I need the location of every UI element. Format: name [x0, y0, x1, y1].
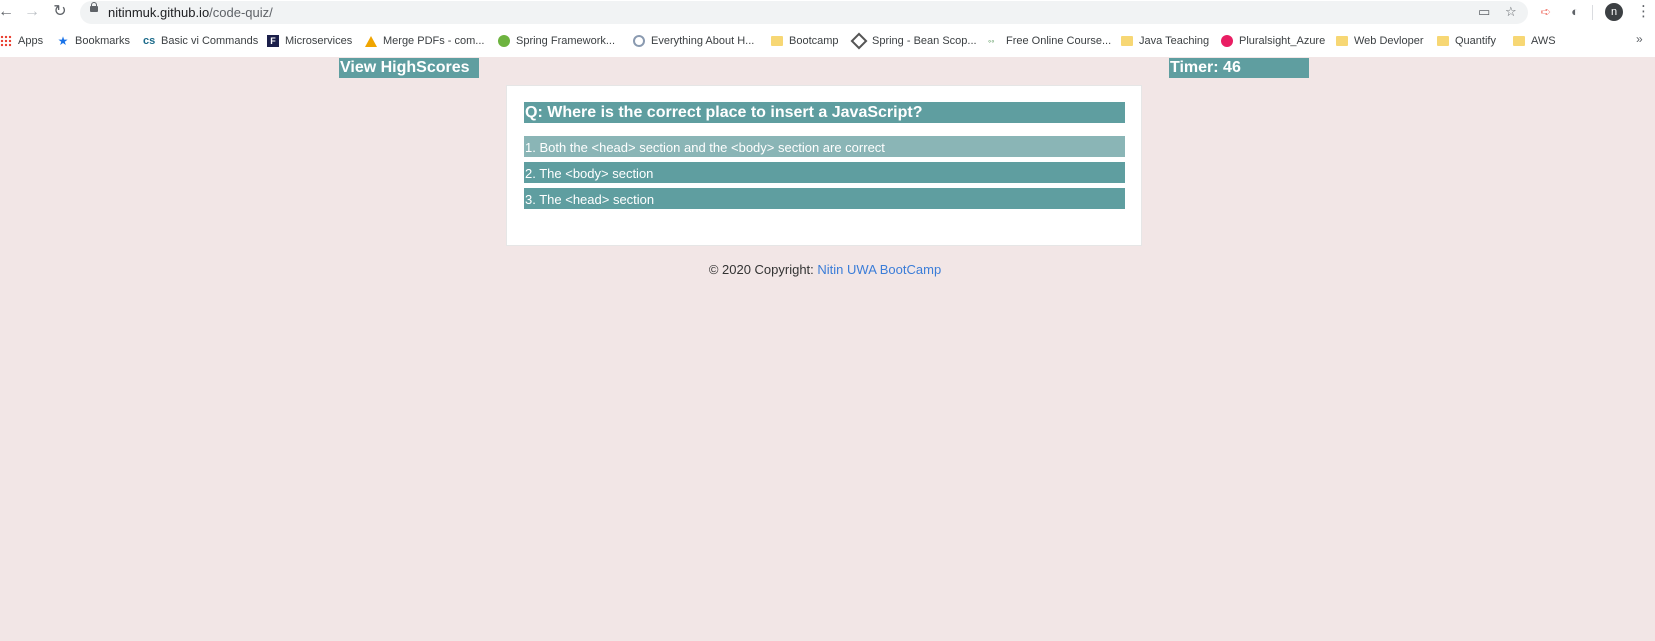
f-icon: F — [267, 35, 279, 47]
copyright-text: © 2020 Copyright: — [708, 262, 818, 277]
bookmarks-bar: Apps ★ Bookmarks cs Basic vi Commands F Micros… — [0, 30, 1655, 52]
bookmark-item[interactable]: ★ Bookmarks — [57, 32, 130, 50]
bookmark-label: Spring Framework... — [516, 35, 616, 47]
footer: © 2020 Copyright: Nitin UWA BootCamp — [0, 262, 1650, 277]
folder-icon — [1336, 36, 1348, 46]
timer-display: Timer: 46 — [1169, 58, 1309, 78]
answer-option-2[interactable]: 2. The <body> section — [524, 162, 1125, 183]
diamond-icon — [850, 32, 868, 50]
bookmark-label: Web Devloper — [1354, 35, 1424, 47]
bookmark-label: Free Online Course... — [1006, 35, 1112, 47]
bookmark-label: Quantify — [1455, 35, 1496, 47]
bookmark-item[interactable]: Java Teaching — [1121, 32, 1209, 50]
bookmark-item[interactable]: Spring Framework... — [498, 32, 615, 50]
view-highscores-link[interactable]: View HighScores — [339, 58, 479, 78]
question-text: Q: Where is the correct place to insert … — [524, 102, 1125, 123]
glasses-icon: ◦◦ — [988, 36, 995, 46]
bookmark-item[interactable]: Spring - Bean Scop... — [850, 32, 977, 50]
bookmark-label: Bootcamp — [789, 35, 839, 47]
bookmark-item[interactable]: Pluralsight_Azure — [1221, 32, 1325, 50]
back-arrow-icon[interactable]: ← — [0, 2, 16, 22]
folder-icon — [1513, 36, 1525, 46]
bookmarks-overflow-icon[interactable]: » — [1636, 32, 1643, 46]
bookmark-label: Spring - Bean Scop... — [872, 35, 977, 47]
browser-chrome: ← → ↻ nitinmuk.github.io/code-quiz/ ▭ ☆ … — [0, 0, 1655, 58]
menu-dots-icon[interactable]: ⋮ — [1636, 2, 1651, 22]
browser-toolbar: ← → ↻ nitinmuk.github.io/code-quiz/ ▭ ☆ … — [0, 0, 1655, 25]
quiz-page: View HighScores Timer: 46 Q: Where is th… — [0, 57, 1655, 641]
install-app-icon[interactable]: ▭ — [1478, 4, 1490, 20]
lock-icon — [90, 2, 98, 12]
folder-icon — [1437, 36, 1449, 46]
bookmark-label: Apps — [18, 35, 44, 47]
warning-triangle-icon — [365, 35, 377, 47]
cs-icon: cs — [143, 35, 156, 47]
bookmark-item[interactable]: AWS — [1513, 32, 1556, 50]
bookmark-label: AWS — [1531, 35, 1556, 47]
spring-leaf-icon — [498, 35, 510, 47]
quiz-card: Q: Where is the correct place to insert … — [506, 85, 1142, 246]
bookmark-label: Bookmarks — [75, 35, 131, 47]
extension-arrow-icon[interactable]: ➪ — [1537, 3, 1555, 21]
bookmark-star-icon[interactable]: ☆ — [1505, 4, 1517, 20]
pluralsight-icon — [1221, 35, 1233, 47]
address-bar[interactable]: nitinmuk.github.io/code-quiz/ ▭ ☆ — [80, 1, 1528, 24]
footer-link[interactable]: Nitin UWA BootCamp — [817, 262, 941, 277]
url-host: nitinmuk.github.io — [108, 5, 210, 20]
url-text[interactable]: nitinmuk.github.io/code-quiz/ — [108, 5, 273, 20]
folder-icon — [771, 36, 783, 46]
url-path: /code-quiz/ — [209, 5, 273, 20]
bookmark-item[interactable]: Merge PDFs - com... — [365, 32, 484, 50]
bookmark-label: Pluralsight_Azure — [1239, 35, 1326, 47]
star-icon: ★ — [57, 34, 69, 48]
dark-mode-icon[interactable]: ◐ — [1566, 3, 1584, 21]
reload-icon[interactable]: ↻ — [50, 2, 70, 22]
bookmark-item[interactable]: cs Basic vi Commands — [143, 32, 258, 50]
profile-avatar[interactable]: n — [1605, 3, 1623, 21]
forward-arrow-icon[interactable]: → — [22, 2, 42, 22]
bookmark-item[interactable]: Quantify — [1437, 32, 1496, 50]
folder-icon — [1121, 36, 1133, 46]
bookmark-item[interactable]: ◦◦ Free Online Course... — [988, 32, 1111, 50]
answer-option-1[interactable]: 1. Both the <head> section and the <body… — [524, 136, 1125, 157]
bookmark-item[interactable]: Everything About H... — [633, 32, 754, 50]
bookmark-label: Basic vi Commands — [161, 35, 259, 47]
bookmark-label: Merge PDFs - com... — [383, 35, 485, 47]
bookmark-item[interactable]: Apps — [0, 32, 43, 50]
bookmark-label: Microservices — [285, 35, 353, 47]
bookmark-item[interactable]: Web Devloper — [1336, 32, 1424, 50]
bookmark-label: Everything About H... — [651, 35, 755, 47]
toolbar-divider — [1592, 5, 1593, 20]
bookmark-item[interactable]: F Microservices — [267, 32, 352, 50]
gear-icon — [633, 35, 645, 47]
apps-icon — [0, 35, 12, 47]
bookmark-label: Java Teaching — [1139, 35, 1210, 47]
answer-option-3[interactable]: 3. The <head> section — [524, 188, 1125, 209]
bookmark-item[interactable]: Bootcamp — [771, 32, 839, 50]
